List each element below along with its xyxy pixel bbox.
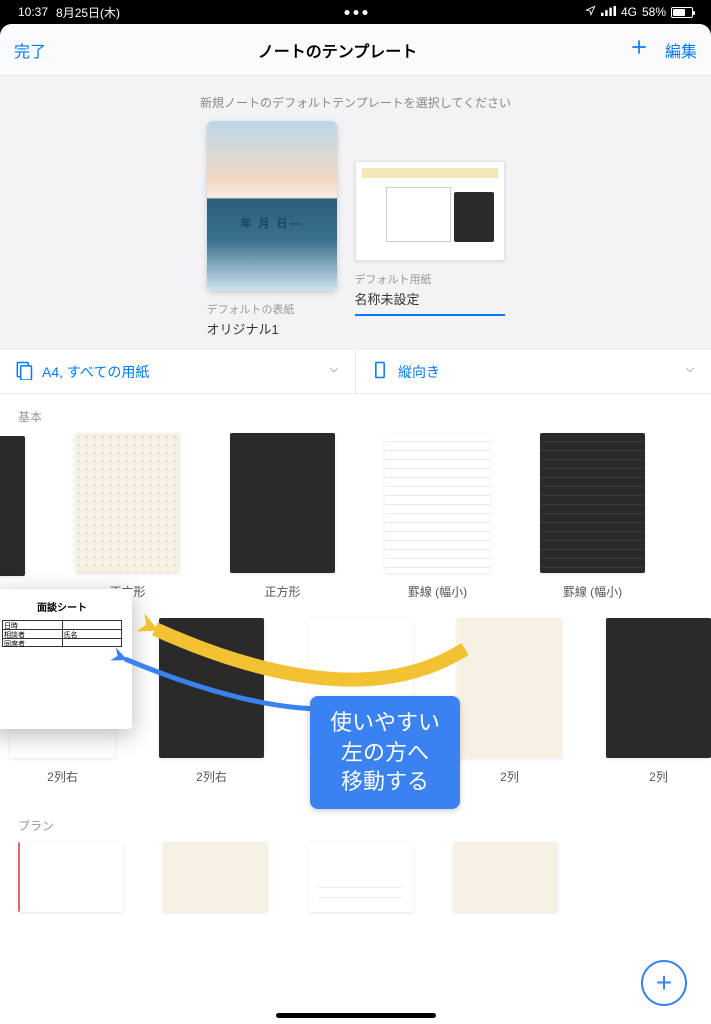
template-thumb: [457, 618, 562, 758]
paper-sublabel: デフォルト用紙: [355, 271, 505, 287]
edit-button[interactable]: 編集: [665, 38, 697, 62]
template-item[interactable]: 正方形: [75, 433, 180, 600]
section-basic-label: 基本: [0, 394, 711, 433]
template-item[interactable]: [0, 436, 25, 600]
template-thumb: [308, 842, 413, 912]
template-item[interactable]: 正方形: [230, 433, 335, 600]
template-thumb: [606, 618, 711, 758]
defaults-caption: 新規ノートのデフォルトテンプレートを選択してください: [0, 94, 711, 111]
location-icon: [585, 5, 596, 19]
default-paper[interactable]: デフォルト用紙 名称未設定: [355, 121, 505, 338]
template-thumb: [453, 842, 558, 912]
cover-overlay-text: 年 月 日―: [207, 215, 337, 231]
template-thumb: [163, 842, 268, 912]
template-item[interactable]: 罫線 (幅小): [385, 433, 490, 600]
paper-size-selector[interactable]: A4, すべての用紙: [0, 350, 356, 393]
template-item[interactable]: 罫線 (幅小): [540, 433, 645, 600]
nav-bar: 完了 ノートのテンプレート 編集: [0, 24, 711, 76]
annotation-line1: 使いやすい: [330, 708, 440, 738]
template-thumb: [540, 433, 645, 573]
dragged-card-title: 面談シート: [2, 599, 122, 614]
add-button[interactable]: [629, 37, 649, 62]
template-thumb: [18, 842, 123, 912]
template-name: 2列右: [10, 768, 115, 785]
template-name: 罫線 (幅小): [540, 583, 645, 600]
template-item[interactable]: [163, 842, 268, 912]
signal-icon: [601, 5, 616, 19]
status-date: 8月25日(木): [56, 4, 120, 21]
defaults-section: 新規ノートのデフォルトテンプレートを選択してください 年 月 日― デフォルトの…: [0, 76, 711, 350]
network-label: 4G: [621, 5, 637, 19]
template-item[interactable]: [453, 842, 558, 912]
chevron-down-icon: [683, 363, 697, 380]
cover-label: オリジナル1: [207, 319, 337, 338]
template-name: 2列: [606, 768, 711, 785]
template-item[interactable]: [308, 842, 413, 912]
filter-bar: A4, すべての用紙 縦向き: [0, 350, 711, 394]
orientation-selector[interactable]: 縦向き: [356, 350, 711, 393]
template-name: 正方形: [230, 583, 335, 600]
paper-size-icon: [14, 360, 34, 383]
orientation-label: 縦向き: [398, 362, 440, 382]
dragged-template-card[interactable]: 面談シート 日時 相談者氏名 同席者: [0, 589, 132, 729]
template-item[interactable]: [18, 842, 123, 912]
home-indicator[interactable]: [276, 1013, 436, 1018]
chevron-down-icon: [327, 363, 341, 380]
template-item[interactable]: 2列右: [159, 618, 264, 785]
template-name: 2列右: [159, 768, 264, 785]
status-bar: 10:37 8月25日(木) 4G 58%: [0, 0, 711, 24]
template-name: 2列: [457, 768, 562, 785]
multitask-dots-icon[interactable]: [344, 10, 367, 15]
template-item[interactable]: 2列: [457, 618, 562, 785]
done-button[interactable]: 完了: [14, 38, 46, 62]
page-title: ノートのテンプレート: [258, 38, 418, 62]
template-row-plan[interactable]: [0, 842, 711, 912]
add-fab-button[interactable]: +: [641, 960, 687, 1006]
app-window: 完了 ノートのテンプレート 編集 新規ノートのデフォルトテンプレートを選択してく…: [0, 24, 711, 1024]
paper-label: 名称未設定: [355, 289, 505, 316]
annotation-callout: 使いやすい 左の方へ 移動する: [310, 696, 460, 809]
cover-thumbnail: 年 月 日―: [207, 121, 337, 291]
status-time: 10:37: [18, 5, 48, 19]
plus-icon: +: [656, 967, 672, 999]
template-thumb: [230, 433, 335, 573]
paper-size-label: A4, すべての用紙: [42, 362, 149, 382]
template-thumb: [159, 618, 264, 758]
default-cover[interactable]: 年 月 日― デフォルトの表紙 オリジナル1: [207, 121, 337, 338]
orientation-icon: [370, 360, 390, 383]
template-thumb: [385, 433, 490, 573]
template-thumb: [75, 433, 180, 573]
battery-percent: 58%: [642, 5, 666, 19]
annotation-line2: 左の方へ: [330, 738, 440, 768]
battery-icon: [671, 7, 693, 18]
cover-sublabel: デフォルトの表紙: [207, 301, 337, 317]
template-name: 罫線 (幅小): [385, 583, 490, 600]
template-thumb: [0, 436, 25, 576]
annotation-line3: 移動する: [330, 767, 440, 797]
template-item[interactable]: 2列: [606, 618, 711, 785]
paper-thumbnail: [355, 161, 505, 261]
